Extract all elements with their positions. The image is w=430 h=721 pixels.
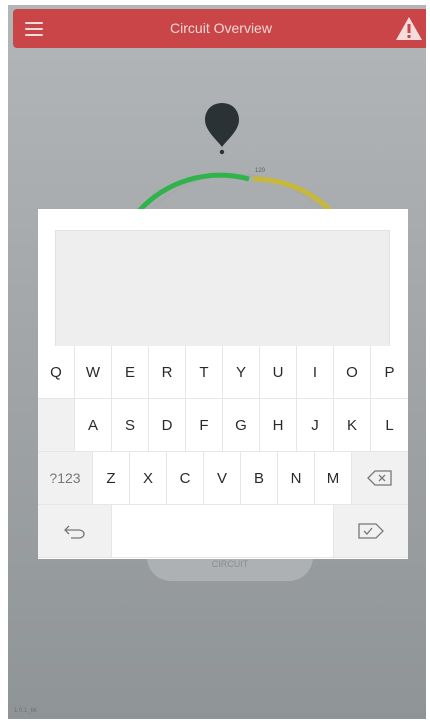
location-pin-icon [205,103,239,155]
text-input-dialog: Q W E R T Y U I O P A S D F G H J K L ?1… [38,209,408,559]
key-y[interactable]: Y [223,346,260,399]
warning-icon[interactable] [395,16,423,41]
key-spacer [38,399,75,452]
keyboard-row-1: Q W E R T Y U I O P [38,346,408,399]
keyboard-row-3: ?123 Z X C V B N M [38,452,408,505]
key-r[interactable]: R [149,346,186,399]
key-symbols[interactable]: ?123 [38,452,93,505]
circuit-button-label: CIRCUIT [211,559,249,569]
key-c[interactable]: C [167,452,204,505]
version-label: 1.0.1_bk [14,708,38,714]
key-d[interactable]: D [149,399,186,452]
key-l[interactable]: L [371,399,408,452]
key-o[interactable]: O [334,346,371,399]
key-t[interactable]: T [186,346,223,399]
key-a[interactable]: A [75,399,112,452]
key-q[interactable]: Q [38,346,75,399]
key-g[interactable]: G [223,399,260,452]
backspace-icon [367,470,392,486]
key-n[interactable]: N [278,452,315,505]
key-w[interactable]: W [75,346,112,399]
key-h[interactable]: H [260,399,297,452]
keyboard-row-2: A S D F G H J K L [38,399,408,452]
key-v[interactable]: V [204,452,241,505]
space-key[interactable] [112,505,334,558]
keyboard-row-4 [38,505,408,558]
on-screen-keyboard: Q W E R T Y U I O P A S D F G H J K L ?1… [38,346,408,559]
key-f[interactable]: F [186,399,223,452]
backspace-key[interactable] [352,452,408,505]
key-j[interactable]: J [297,399,334,452]
text-input-field[interactable] [55,230,390,355]
page-title: Circuit Overview [170,20,272,36]
key-s[interactable]: S [112,399,149,452]
top-bar: Circuit Overview [13,9,426,48]
gauge-tick-label: 120 [255,168,266,174]
key-p[interactable]: P [371,346,408,399]
key-k[interactable]: K [334,399,371,452]
key-b[interactable]: B [241,452,278,505]
undo-key[interactable] [38,505,112,558]
done-key[interactable] [334,505,408,558]
undo-icon [63,525,85,539]
key-u[interactable]: U [260,346,297,399]
key-z[interactable]: Z [93,452,130,505]
done-icon [358,523,384,539]
key-e[interactable]: E [112,346,149,399]
key-m[interactable]: M [315,452,352,505]
key-x[interactable]: X [130,452,167,505]
key-i[interactable]: I [297,346,334,399]
